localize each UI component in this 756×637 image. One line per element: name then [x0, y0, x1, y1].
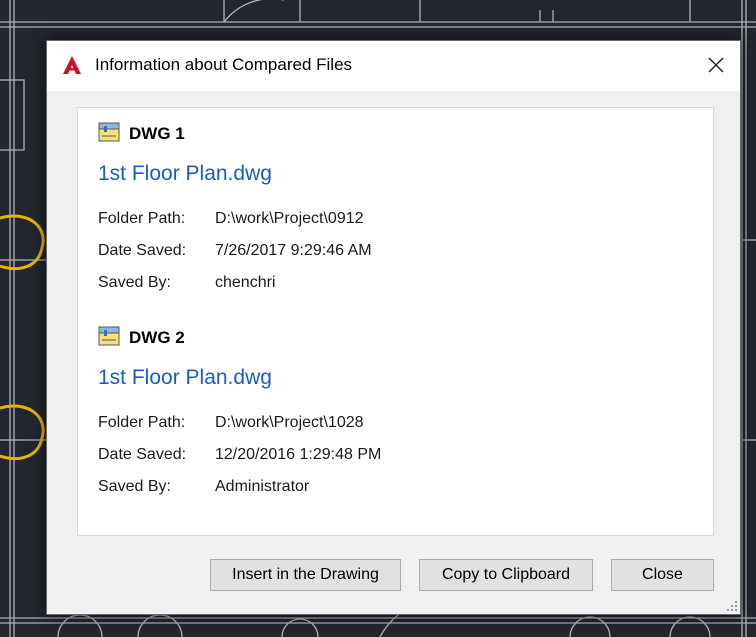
dwg-label: DWG 2 [129, 328, 185, 347]
folder-path-label: Folder Path: [98, 414, 186, 431]
saved-by-label: Saved By: [98, 274, 171, 291]
dwg-label: DWG 1 [129, 124, 185, 143]
date-saved-value: 7/26/2017 9:29:46 AM [215, 242, 372, 259]
file-name-link[interactable]: 1st Floor Plan.dwg [98, 366, 272, 390]
date-saved-value: 12/20/2016 1:29:48 PM [215, 446, 382, 463]
close-button[interactable]: Close [611, 559, 714, 591]
folder-path-label: Folder Path: [98, 210, 186, 227]
close-icon[interactable] [692, 41, 740, 89]
folder-path-value: D:\work\Project\1028 [215, 414, 364, 431]
dialog-title: Information about Compared Files [95, 55, 353, 74]
saved-by-value: chenchri [215, 274, 276, 291]
dwg-file-icon [98, 122, 120, 142]
date-saved-label: Date Saved: [98, 446, 187, 463]
autocad-a-icon [63, 56, 81, 74]
saved-by-label: Saved By: [98, 478, 171, 495]
insert-in-drawing-button[interactable]: Insert in the Drawing [210, 559, 401, 591]
folder-path-value: D:\work\Project\0912 [215, 210, 364, 227]
date-saved-label: Date Saved: [98, 242, 187, 259]
file-info-panel: DWG 1 1st Floor Plan.dwg Folder Path: D:… [77, 107, 714, 536]
file-name-link[interactable]: 1st Floor Plan.dwg [98, 162, 272, 186]
saved-by-value: Administrator [215, 478, 310, 495]
resize-grip-icon[interactable] [726, 600, 738, 612]
dwg-file-icon [98, 326, 120, 346]
copy-to-clipboard-button[interactable]: Copy to Clipboard [419, 559, 593, 591]
compare-info-dialog: Information about Compared Files DWG 1 1… [46, 40, 741, 615]
title-bar: Information about Compared Files [47, 41, 740, 91]
